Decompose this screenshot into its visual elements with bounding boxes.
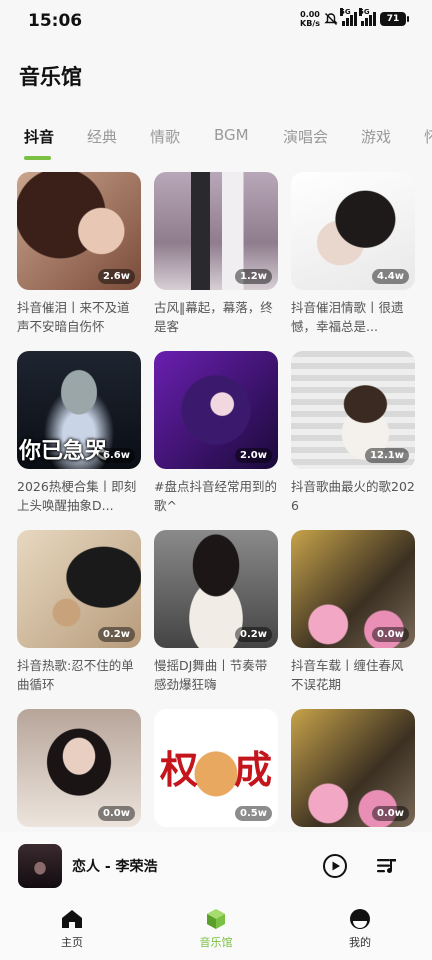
tab-love-songs[interactable]: 情歌 [150,126,180,147]
playlist-cover: 你已急哭 6.6w [17,351,141,469]
playlist-cover: 2.0w [154,351,278,469]
play-count: 0.0w [372,806,409,821]
playlist-card[interactable]: 0.2w 抖音热歌:忍不住的单曲循环 [17,530,141,694]
nav-home-label: 主页 [61,936,83,949]
network-speed: 0.00 KB/s [300,10,320,28]
nav-profile[interactable]: 我的 [320,908,400,950]
cover-overlay-char-left: 权 [160,748,199,792]
network-speed-value: 0.00 [300,10,320,19]
tab-indicator [24,156,51,160]
battery-icon: 71 [380,12,409,26]
playlist-title: 古风‖幕起，幕落，终是客 [154,300,273,334]
bottom-nav: 主页 音乐馆 我的 [0,900,432,960]
playlist-card[interactable]: 2.0w #盘点抖音经常用到的歌^ [154,351,278,515]
tab-douyin[interactable]: 抖音 [24,126,54,147]
playlist-title: 慢摇DJ舞曲丨节奏带感劲爆狂嗨 [154,658,268,692]
playlist-title: #盘点抖音经常用到的歌^ [154,479,277,513]
category-tabs: 抖音 经典 情歌 BGM 演唱会 游戏 怀 [0,120,432,164]
signal-label-2: 5G [359,8,370,16]
play-count: 0.0w [98,806,135,821]
status-icons: 0.00 KB/s 5G 5G 71 [300,8,409,28]
playlist-cover: 12.1w [291,351,415,469]
play-count: 4.4w [372,269,409,284]
playlist-cover: 权 成 0.5w [154,709,278,827]
signal-label: 5G [340,8,351,16]
cover-overlay-char-right: 成 [233,748,272,792]
playlist-title: 2026热梗合集丨即刻上头唤醒抽象D... [17,479,137,513]
page-title: 音乐馆 [19,65,82,89]
playlist-card[interactable]: 1.2w 古风‖幕起，幕落，终是客 [154,172,278,336]
mute-icon [324,13,338,25]
playlist-queue-icon[interactable] [375,854,399,878]
now-playing-cover[interactable] [18,844,62,888]
play-count: 0.2w [98,627,135,642]
playlist-title: 抖音催泪丨来不及道声不安暗自伤怀 [17,300,130,334]
playlist-cover: 1.2w [154,172,278,290]
playlist-card[interactable]: 0.2w 慢摇DJ舞曲丨节奏带感劲爆狂嗨 [154,530,278,694]
play-count: 1.2w [235,269,272,284]
play-count: 0.5w [235,806,272,821]
playlist-cover: 4.4w [291,172,415,290]
home-icon [62,910,82,928]
tab-nostalgia[interactable]: 怀 [424,126,432,147]
playlist-title: 抖音车载丨缠住春风不误花期 [291,658,404,692]
profile-icon [350,909,370,929]
playlist-cover: 0.2w [154,530,278,648]
playlist-title: 抖音歌曲最火的歌2026 [291,479,415,513]
play-count: 0.0w [372,627,409,642]
play-count: 2.0w [235,448,272,463]
playlist-card[interactable]: 12.1w 抖音歌曲最火的歌2026 [291,351,415,515]
cover-overlay-text: 你已急哭 [19,439,108,464]
nav-home[interactable]: 主页 [32,908,112,950]
status-bar: 15:06 0.00 KB/s 5G 5G 71 [0,0,432,44]
now-playing-title[interactable]: 恋人 - 李荣浩 [72,856,158,876]
tab-bgm[interactable]: BGM [214,126,249,144]
signal-icon-2: 5G [359,8,376,26]
tab-games[interactable]: 游戏 [361,126,391,147]
playlist-cover: 0.0w [291,709,415,827]
playlist-card[interactable]: 0.0w [17,709,141,830]
playlist-title: 抖音热歌:忍不住的单曲循环 [17,658,134,692]
tab-classic[interactable]: 经典 [87,126,117,147]
playlist-cover: 0.0w [291,530,415,648]
playlist-card[interactable]: 0.0w 抖音车载丨缠住春风不误花期 [291,530,415,694]
nav-music-hall-label: 音乐馆 [199,936,233,949]
playlist-cover: 0.0w [17,709,141,827]
playlist-card[interactable]: 2.6w 抖音催泪丨来不及道声不安暗自伤怀 [17,172,141,336]
nav-music-hall[interactable]: 音乐馆 [176,908,256,950]
play-count: 6.6w [98,448,135,463]
playlist-card[interactable]: 0.0w [291,709,415,830]
play-count: 0.2w [235,627,272,642]
playlist-cover: 2.6w [17,172,141,290]
music-hall-icon [207,909,225,929]
playlist-card[interactable]: 你已急哭 6.6w 2026热梗合集丨即刻上头唤醒抽象D... [17,351,141,515]
play-count: 2.6w [98,269,135,284]
playlist-title: 抖音催泪情歌丨很遗憾，幸福总是... [291,300,404,334]
tab-concert[interactable]: 演唱会 [283,126,328,147]
play-count: 12.1w [365,448,409,463]
mini-player[interactable]: 恋人 - 李荣浩 [0,832,432,900]
status-time: 15:06 [28,11,83,31]
nav-profile-label: 我的 [349,936,371,949]
network-speed-unit: KB/s [300,19,320,28]
playlist-card[interactable]: 权 成 0.5w [154,709,278,830]
signal-icon: 5G [340,8,357,26]
playlist-card[interactable]: 4.4w 抖音催泪情歌丨很遗憾，幸福总是... [291,172,415,336]
playlist-grid: 2.6w 抖音催泪丨来不及道声不安暗自伤怀 1.2w 古风‖幕起，幕落，终是客 … [17,172,417,830]
playlist-cover: 0.2w [17,530,141,648]
play-icon[interactable] [323,854,347,878]
